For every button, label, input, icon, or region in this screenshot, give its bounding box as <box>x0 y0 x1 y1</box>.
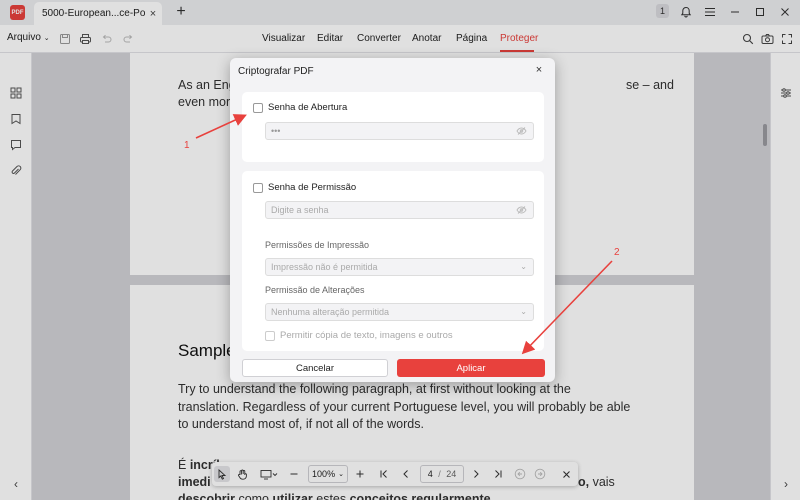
copy-permission-option[interactable]: Permitir cópia de texto, imagens e outro… <box>265 330 453 341</box>
permission-password-section: Senha de Permissão Digite a senha Permis… <box>242 171 544 351</box>
permission-password-input[interactable]: Digite a senha <box>265 201 534 219</box>
copy-permission-label: Permitir cópia de texto, imagens e outro… <box>280 330 453 341</box>
cancel-button[interactable]: Cancelar <box>242 359 388 377</box>
permission-password-placeholder: Digite a senha <box>271 205 329 215</box>
permission-password-label: Senha de Permissão <box>268 182 357 193</box>
permission-password-option[interactable]: Senha de Permissão <box>253 182 356 193</box>
permission-password-checkbox[interactable] <box>253 182 263 193</box>
eye-off-icon[interactable] <box>515 204 527 216</box>
print-permissions-select[interactable]: Impressão não é permitida ⌄ <box>265 258 534 276</box>
open-password-checkbox[interactable] <box>253 102 263 113</box>
dialog-title: Criptografar PDF <box>238 66 314 77</box>
change-permissions-value: Nenhuma alteração permitida <box>271 307 390 317</box>
dialog-close-icon[interactable]: × <box>532 63 546 77</box>
copy-permission-checkbox[interactable] <box>265 330 275 341</box>
open-password-input[interactable]: ••• <box>265 122 534 140</box>
change-permissions-label: Permissão de Alterações <box>265 285 365 295</box>
open-password-option[interactable]: Senha de Abertura <box>253 102 347 113</box>
apply-button[interactable]: Aplicar <box>397 359 545 377</box>
print-permissions-label: Permissões de Impressão <box>265 240 370 250</box>
chevron-down-icon: ⌄ <box>520 307 527 316</box>
open-password-section: Senha de Abertura ••• <box>242 92 544 162</box>
annotation-number-1: 1 <box>184 140 190 151</box>
annotation-number-2: 2 <box>614 247 620 258</box>
chevron-down-icon: ⌄ <box>520 262 527 271</box>
encrypt-pdf-dialog: Criptografar PDF × Senha de Abertura •••… <box>230 58 555 382</box>
eye-off-icon[interactable] <box>515 125 527 137</box>
print-permissions-value: Impressão não é permitida <box>271 262 378 272</box>
open-password-label: Senha de Abertura <box>268 102 348 113</box>
open-password-value: ••• <box>271 126 281 136</box>
change-permissions-select[interactable]: Nenhuma alteração permitida ⌄ <box>265 303 534 321</box>
